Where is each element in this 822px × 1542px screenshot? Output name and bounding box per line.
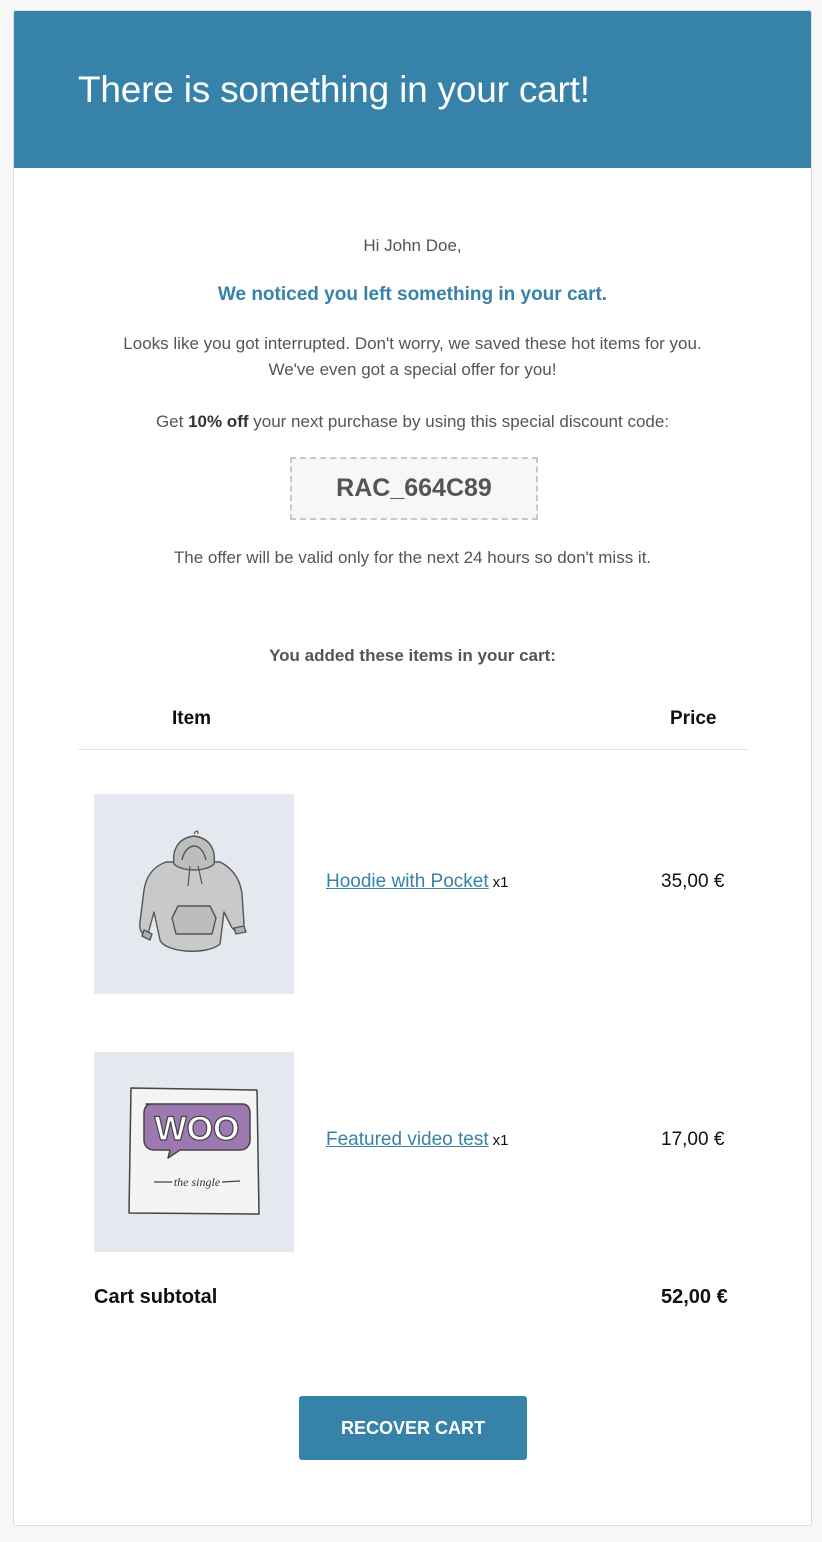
notice-heading: We noticed you left something in your ca… bbox=[217, 284, 608, 305]
table-header-divider bbox=[78, 749, 748, 750]
woo-subtitle-text: the single bbox=[174, 1175, 221, 1189]
product-qty: x1 bbox=[492, 874, 509, 891]
intro-line-2: We've even got a special offer for you! bbox=[268, 360, 557, 379]
product-thumbnail-hoodie[interactable] bbox=[94, 794, 294, 994]
cart-row-name: Featured video test x1 bbox=[326, 1129, 509, 1151]
column-header-item: Item bbox=[172, 708, 212, 729]
recover-cart-button[interactable]: RECOVER CART bbox=[299, 1396, 527, 1460]
intro-text: Looks like you got interrupted. Don't wo… bbox=[14, 331, 811, 383]
hoodie-icon bbox=[139, 830, 247, 952]
greeting-text: Hi John Doe, bbox=[363, 236, 462, 255]
email-title: There is something in your cart! bbox=[78, 69, 590, 110]
offer-text: Get 10% off your next purchase by using … bbox=[14, 409, 811, 435]
product-price: 17,00 € bbox=[661, 1129, 725, 1150]
cart-subtotal-label: Cart subtotal bbox=[94, 1286, 218, 1308]
offer-suffix: your next purchase by using this special… bbox=[248, 412, 670, 431]
product-link[interactable]: Hoodie with Pocket bbox=[326, 871, 489, 892]
woo-logo-text: WOO bbox=[155, 1110, 240, 1148]
column-header-price: Price bbox=[670, 708, 717, 729]
woo-album-icon: WOO the single bbox=[128, 1087, 260, 1215]
product-price: 35,00 € bbox=[661, 871, 725, 892]
product-thumbnail-woo[interactable]: WOO the single bbox=[94, 1052, 294, 1252]
email-card: There is something in your cart! Hi John… bbox=[13, 10, 812, 1526]
coupon-code-box[interactable]: RAC_664C89 bbox=[290, 457, 538, 520]
product-link[interactable]: Featured video test bbox=[326, 1129, 489, 1150]
email-header: There is something in your cart! bbox=[14, 11, 811, 168]
product-qty: x1 bbox=[492, 1132, 509, 1149]
cart-subtotal-value: 52,00 € bbox=[661, 1286, 728, 1308]
offer-prefix: Get bbox=[155, 412, 189, 431]
offer-discount: 10% off bbox=[188, 412, 249, 431]
cart-row-name: Hoodie with Pocket x1 bbox=[326, 871, 509, 893]
validity-text: The offer will be valid only for the nex… bbox=[173, 548, 652, 567]
cart-items-title: You added these items in your cart: bbox=[269, 646, 556, 665]
intro-line-1: Looks like you got interrupted. Don't wo… bbox=[123, 334, 702, 353]
